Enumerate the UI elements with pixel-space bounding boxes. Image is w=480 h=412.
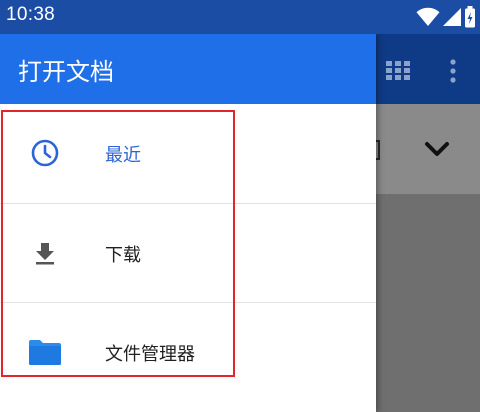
- status-icons: [416, 6, 476, 28]
- drawer-header: 打开文档: [0, 34, 376, 104]
- download-icon: [28, 236, 62, 270]
- drawer-title: 打开文档: [18, 58, 114, 86]
- nav-item-label: 最近: [105, 145, 141, 166]
- drawer-list: 最近 下载 文件管理器: [0, 104, 376, 401]
- nav-item-label: 文件管理器: [105, 344, 195, 365]
- grid-view-icon[interactable]: [386, 61, 410, 81]
- nav-item-downloads[interactable]: 下载: [0, 203, 376, 302]
- wifi-icon: [416, 7, 440, 26]
- cellular-signal-icon: [443, 8, 461, 26]
- navigation-drawer: 打开文档 最近 下载 文件管理器: [0, 34, 376, 412]
- battery-icon: [465, 6, 475, 28]
- clock-icon: [28, 136, 62, 170]
- chevron-down-icon[interactable]: [424, 140, 450, 158]
- folder-icon: [28, 335, 62, 369]
- status-time: 10:38: [6, 4, 56, 25]
- nav-item-file-manager[interactable]: 文件管理器: [0, 302, 376, 401]
- nav-item-recent[interactable]: 最近: [0, 104, 376, 203]
- status-bar: 10:38: [0, 0, 480, 34]
- nav-item-label: 下载: [105, 245, 141, 266]
- more-vert-icon[interactable]: [448, 58, 458, 84]
